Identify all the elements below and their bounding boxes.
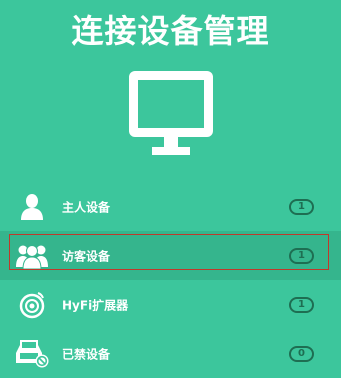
- owner-devices-item[interactable]: 主人设备 1: [0, 182, 341, 231]
- blocked-devices-item[interactable]: 已禁设备 0: [0, 329, 341, 378]
- guest-devices-item[interactable]: 访客设备 1: [0, 231, 341, 280]
- guests-icon: [14, 240, 50, 272]
- blocked-devices-label: 已禁设备: [62, 347, 111, 361]
- device-category-list: 主人设备 1 访客设备 1 HyFi扩展器 1 已禁设备 0: [0, 182, 341, 378]
- hyfi-extender-count: 1: [289, 296, 314, 313]
- extender-icon: [14, 289, 50, 321]
- hyfi-extender-item[interactable]: HyFi扩展器 1: [0, 280, 341, 329]
- user-icon: [14, 191, 50, 223]
- page-title: 连接设备管理: [71, 12, 270, 50]
- hyfi-extender-label: HyFi扩展器: [62, 298, 129, 312]
- owner-devices-count: 1: [289, 198, 314, 215]
- blocked-devices-count: 0: [289, 345, 314, 362]
- monitor-icon: [129, 71, 213, 155]
- owner-devices-label: 主人设备: [62, 200, 111, 214]
- blocked-devices-icon: [14, 338, 50, 370]
- guest-devices-count: 1: [289, 247, 314, 264]
- guest-devices-label: 访客设备: [62, 249, 111, 263]
